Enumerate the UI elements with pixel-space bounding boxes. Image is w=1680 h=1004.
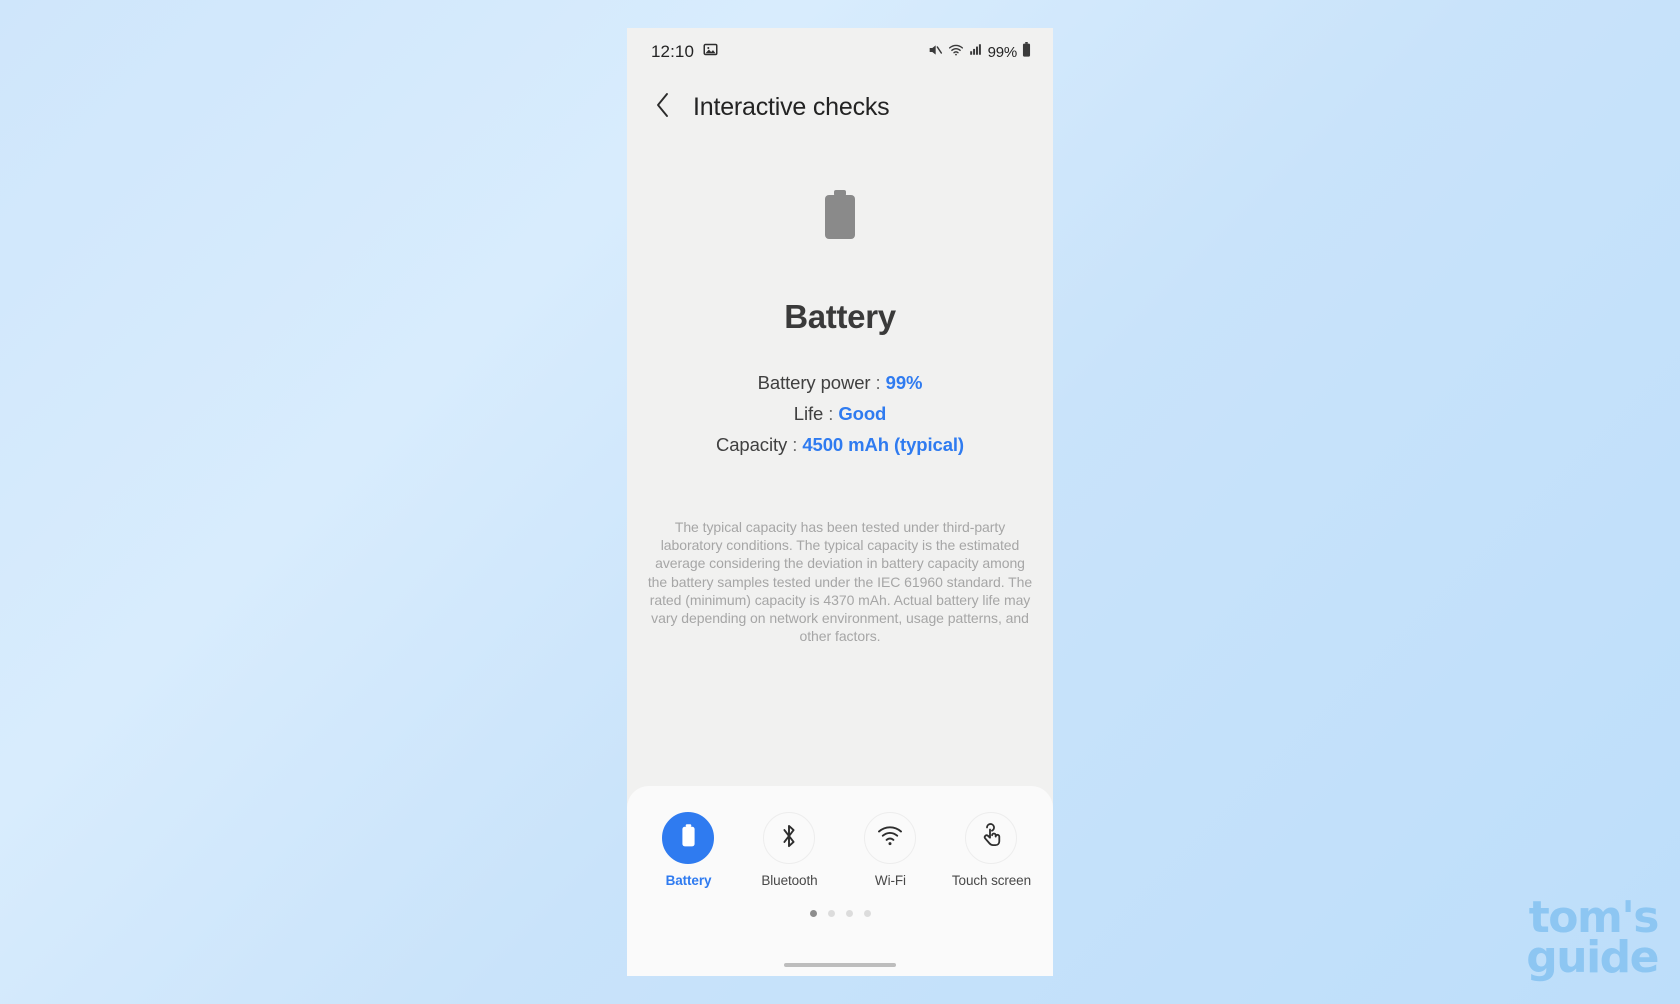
page-dot-3[interactable] — [845, 910, 853, 917]
tab-wifi-label: Wi-Fi — [874, 873, 906, 888]
stat-separator: : — [792, 434, 798, 455]
tab-wifi[interactable]: Wi-Fi — [851, 812, 930, 888]
back-button[interactable] — [649, 91, 675, 123]
wifi-icon — [877, 825, 903, 852]
app-bar: Interactive checks — [627, 76, 1053, 138]
page-dot-2[interactable] — [827, 910, 835, 917]
page-title: Interactive checks — [693, 92, 890, 121]
battery-hero-icon — [823, 190, 857, 245]
stat-row-life: Life : Good — [661, 403, 1019, 425]
stat-row-battery-power: Battery power : 99% — [661, 372, 1019, 394]
capacity-disclaimer-text: The typical capacity has been tested und… — [647, 519, 1033, 645]
wifi-icon — [948, 42, 964, 63]
stat-value: 99% — [885, 372, 923, 393]
test-tab-bar: Battery Bluetooth Wi-Fi Touch screen — [627, 812, 1053, 888]
tab-bluetooth-circle — [763, 812, 816, 864]
battery-icon — [681, 824, 696, 852]
stat-separator: : — [828, 403, 834, 424]
tab-battery[interactable]: Battery — [649, 812, 728, 888]
status-bar: 12:10 99% — [627, 28, 1053, 76]
status-bar-clock: 12:10 — [651, 42, 695, 61]
tomsguide-watermark: tom's guide — [1526, 896, 1659, 983]
status-bar-right: 99% — [927, 42, 1031, 63]
battery-stats-list: Battery power : 99% Life : Good Capacity… — [627, 372, 1053, 456]
battery-icon — [1022, 42, 1031, 62]
stat-value: 4500 mAh (typical) — [802, 434, 964, 455]
stat-label: Battery power — [757, 372, 871, 393]
phone-screen: 12:10 99% Interactive checks Battery Bat… — [627, 28, 1053, 976]
mute-icon — [927, 42, 943, 63]
tab-touch-screen-circle — [965, 812, 1018, 864]
main-content: Battery Battery power : 99% Life : Good … — [627, 138, 1053, 786]
page-indicator-dots[interactable] — [809, 910, 871, 917]
stat-separator: : — [875, 372, 881, 393]
stat-label: Capacity — [715, 434, 788, 455]
page-dot-1[interactable] — [809, 910, 817, 917]
tab-battery-circle — [662, 812, 715, 864]
tab-touch-screen[interactable]: Touch screen — [952, 812, 1031, 888]
bottom-sheet: Battery Bluetooth Wi-Fi Touch screen — [627, 786, 1053, 976]
signal-icon — [969, 42, 983, 62]
tab-bluetooth[interactable]: Bluetooth — [750, 812, 829, 888]
gallery-icon — [703, 42, 718, 62]
tab-battery-label: Battery — [665, 873, 712, 888]
device-title: Battery — [784, 298, 896, 335]
page-dot-4[interactable] — [863, 910, 871, 917]
stat-value: Good — [838, 403, 887, 424]
tab-bluetooth-label: Bluetooth — [761, 873, 818, 888]
tab-touch-screen-label: Touch screen — [951, 873, 1032, 888]
chevron-left-icon — [654, 91, 671, 124]
home-indicator[interactable] — [784, 963, 896, 967]
home-indicator-area — [627, 963, 1053, 976]
status-bar-left: 12:10 — [651, 42, 718, 62]
stat-row-capacity: Capacity : 4500 mAh (typical) — [661, 434, 1019, 456]
status-bar-battery-percent: 99% — [987, 43, 1018, 61]
watermark-line-2: guide — [1526, 932, 1659, 983]
bluetooth-icon — [778, 823, 800, 854]
stat-label: Life — [793, 403, 824, 424]
touch-screen-icon — [979, 822, 1003, 854]
tab-wifi-circle — [864, 812, 917, 864]
